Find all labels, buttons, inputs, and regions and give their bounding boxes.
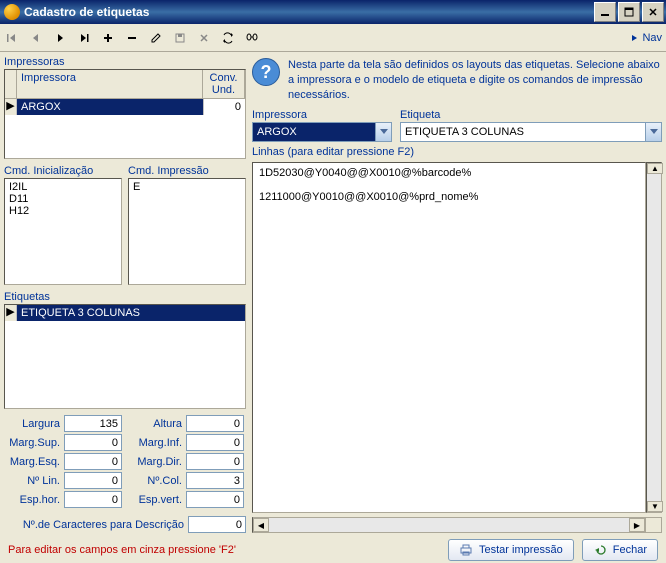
window-title: Cadastro de etiquetas	[24, 5, 594, 19]
footer: Para editar os campos em cinza pressione…	[0, 537, 666, 563]
label-margsup: Marg.Sup.	[4, 437, 60, 449]
input-margsup[interactable]	[64, 434, 122, 451]
input-ncol[interactable]	[186, 472, 244, 489]
save-record-button[interactable]	[172, 28, 188, 48]
search-button[interactable]	[244, 28, 260, 48]
help-text: Nesta parte da tela são definidos os lay…	[288, 58, 662, 103]
close-button-footer[interactable]: Fechar	[582, 539, 658, 561]
cmd-impr-label: Cmd. Impressão	[128, 165, 246, 177]
delete-record-button[interactable]	[124, 28, 140, 48]
scrollbar-vertical[interactable]: ▲ ▼	[646, 162, 662, 513]
input-espvert[interactable]	[186, 491, 244, 508]
next-record-button[interactable]	[52, 28, 68, 48]
toolbar: Nav	[0, 24, 666, 52]
cmd-init-label: Cmd. Inicialização	[4, 165, 122, 177]
impressora-combo-label: Impressora	[252, 109, 392, 121]
prev-record-button[interactable]	[28, 28, 44, 48]
input-nlin[interactable]	[64, 472, 122, 489]
etiqueta-combo[interactable]: ETIQUETA 3 COLUNAS	[400, 122, 662, 142]
label-altura: Altura	[126, 418, 182, 430]
cmd-impr-memo[interactable]: E	[128, 178, 246, 285]
label-marginf: Marg.Inf.	[126, 437, 182, 449]
test-print-label: Testar impressão	[479, 544, 563, 556]
col-conv-und: Conv. Und.	[203, 70, 245, 99]
close-label: Fechar	[613, 544, 647, 556]
app-icon	[4, 4, 20, 20]
impressoras-grid[interactable]: Impressora Conv. Und. ▶ ARGOX 0	[4, 69, 246, 159]
label-margdir: Marg.Dir.	[126, 456, 182, 468]
impressoras-row[interactable]: ▶ ARGOX 0	[5, 99, 245, 115]
dimensions-form: Largura Altura Marg.Sup. Marg.Inf. Marg.…	[4, 415, 246, 508]
etiquetas-label: Etiquetas	[4, 291, 246, 303]
minimize-button[interactable]	[594, 2, 616, 22]
input-largura[interactable]	[64, 415, 122, 432]
chevron-down-icon[interactable]	[645, 123, 661, 141]
label-ncol: Nº.Col.	[126, 475, 182, 487]
cmd-init-memo[interactable]: I2IL D11 H12	[4, 178, 122, 285]
lines-editor[interactable]: 1D52030@Y0040@@X0010@%barcode% 1211000@Y…	[252, 162, 646, 513]
scroll-up-icon[interactable]: ▲	[647, 163, 663, 174]
label-esphor: Esp.hor.	[4, 494, 60, 506]
label-nlin: Nº Lin.	[4, 475, 60, 487]
last-record-button[interactable]	[76, 28, 92, 48]
lines-label: Linhas (para editar pressione F2)	[252, 146, 662, 158]
label-desc-chars: Nº.de Caracteres para Descrição	[4, 519, 184, 531]
impressora-combo-value: ARGOX	[253, 123, 375, 141]
scroll-left-icon[interactable]: ◀	[253, 518, 269, 532]
label-espvert: Esp.vert.	[126, 494, 182, 506]
impressora-combo[interactable]: ARGOX	[252, 122, 392, 142]
etiquetas-grid[interactable]: ▶ ETIQUETA 3 COLUNAS	[4, 304, 246, 409]
impressora-name: ARGOX	[17, 99, 203, 115]
printer-icon	[459, 543, 473, 557]
back-arrow-icon	[593, 544, 607, 556]
close-button[interactable]	[642, 2, 664, 22]
test-print-button[interactable]: Testar impressão	[448, 539, 574, 561]
footer-hint: Para editar os campos em cinza pressione…	[8, 544, 236, 556]
input-margdir[interactable]	[186, 453, 244, 470]
input-esphor[interactable]	[64, 491, 122, 508]
cancel-record-button[interactable]	[196, 28, 212, 48]
impressora-conv: 0	[203, 99, 245, 115]
etiqueta-name: ETIQUETA 3 COLUNAS	[17, 305, 245, 321]
scrollbar-horizontal[interactable]: ◀ ▶	[252, 517, 662, 533]
etiquetas-row[interactable]: ▶ ETIQUETA 3 COLUNAS	[5, 305, 245, 321]
etiqueta-combo-label: Etiqueta	[400, 109, 662, 121]
maximize-button[interactable]	[618, 2, 640, 22]
input-margesq[interactable]	[64, 453, 122, 470]
edit-record-button[interactable]	[148, 28, 164, 48]
etiqueta-combo-value: ETIQUETA 3 COLUNAS	[401, 123, 645, 141]
chevron-down-icon[interactable]	[375, 123, 391, 141]
help-icon: ?	[252, 58, 280, 86]
input-desc-chars[interactable]	[188, 516, 246, 533]
label-margesq: Marg.Esq.	[4, 456, 60, 468]
col-impressora: Impressora	[17, 70, 203, 99]
first-record-button[interactable]	[4, 28, 20, 48]
input-marginf[interactable]	[186, 434, 244, 451]
nav-button[interactable]: Nav	[630, 32, 662, 44]
titlebar: Cadastro de etiquetas	[0, 0, 666, 24]
refresh-button[interactable]	[220, 28, 236, 48]
nav-label: Nav	[642, 32, 662, 44]
label-largura: Largura	[4, 418, 60, 430]
scroll-right-icon[interactable]: ▶	[629, 518, 645, 532]
input-altura[interactable]	[186, 415, 244, 432]
help-panel: ? Nesta parte da tela são definidos os l…	[252, 56, 662, 105]
impressoras-label: Impressoras	[4, 56, 246, 68]
scroll-down-icon[interactable]: ▼	[647, 501, 663, 512]
add-record-button[interactable]	[100, 28, 116, 48]
